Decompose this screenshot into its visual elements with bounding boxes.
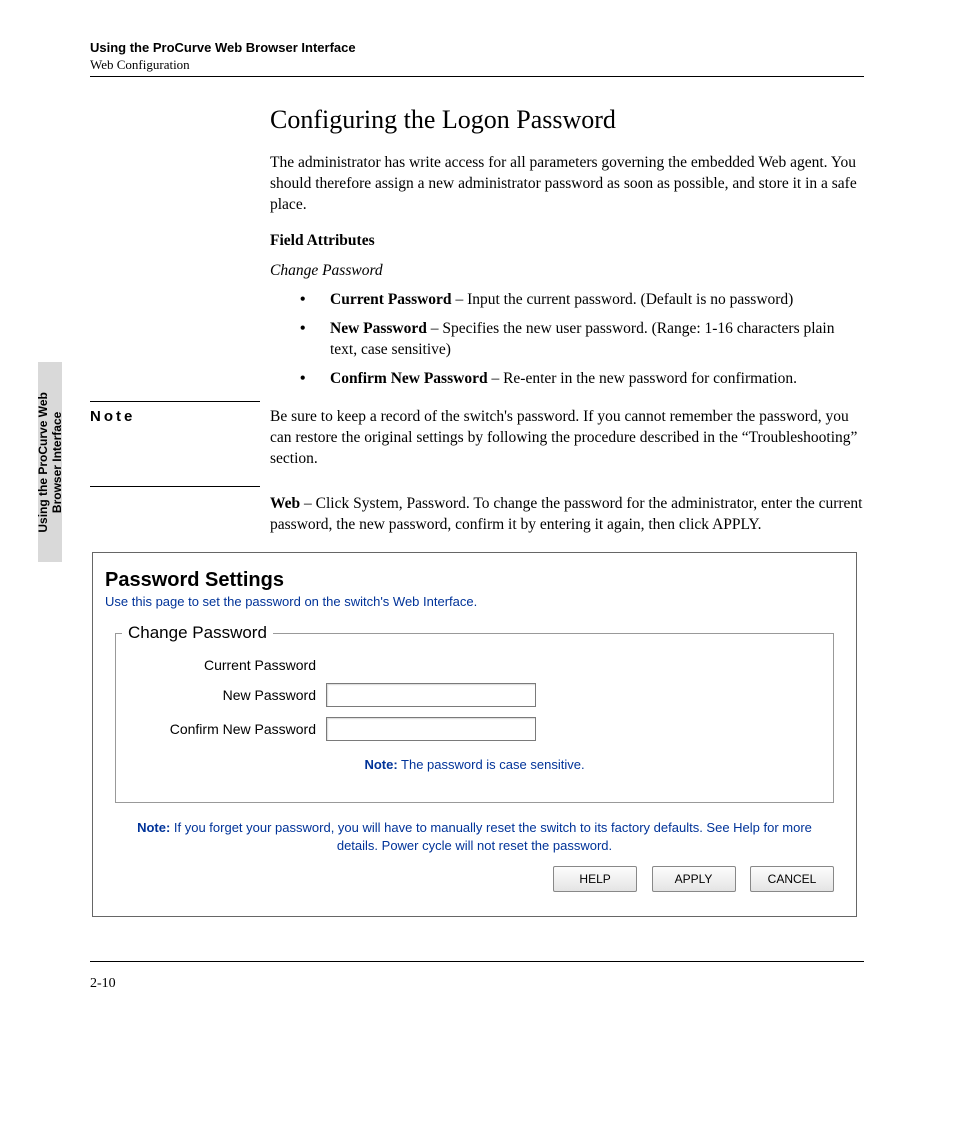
- note-forgot-password: Note: If you forget your password, you w…: [125, 819, 824, 854]
- page-number: 2-10: [90, 976, 864, 992]
- apply-button[interactable]: APPLY: [652, 866, 736, 892]
- cancel-button[interactable]: CANCEL: [750, 866, 834, 892]
- field-attributes-label: Field Attributes: [270, 232, 864, 250]
- note-text: The password is case sensitive.: [398, 757, 585, 772]
- bullet-strong: Current Password: [330, 291, 452, 308]
- bullet-strong: New Password: [330, 320, 427, 337]
- web-strong: Web: [270, 495, 300, 512]
- bullet-item: Current Password – Input the current pas…: [300, 290, 864, 311]
- label-new-password: New Password: [116, 687, 326, 703]
- label-current-password: Current Password: [116, 657, 326, 673]
- page-header: Using the ProCurve Web Browser Interface…: [90, 40, 864, 77]
- note-strong: Note:: [364, 757, 397, 772]
- bullet-text: – Re-enter in the new password for confi…: [488, 370, 797, 387]
- note-block: Note Be sure to keep a record of the swi…: [90, 401, 864, 476]
- side-tab-line1: Using the ProCurve Web: [36, 392, 50, 532]
- footer-rule: [90, 961, 864, 962]
- web-paragraph: Web – Click System, Password. To change …: [270, 494, 864, 536]
- change-password-fieldset: Change Password Current Password New Pas…: [115, 623, 834, 803]
- change-password-label: Change Password: [270, 262, 864, 280]
- section-heading: Configuring the Logon Password: [270, 105, 864, 135]
- note-case-sensitive: Note: The password is case sensitive.: [116, 757, 833, 772]
- input-confirm-password[interactable]: [326, 717, 536, 741]
- side-tab-line2: Browser Interface: [50, 411, 64, 512]
- note-label: Note: [90, 408, 135, 425]
- panel-subtitle: Use this page to set the password on the…: [105, 594, 844, 609]
- panel-title: Password Settings: [105, 569, 844, 592]
- form-row-new: New Password: [116, 683, 833, 707]
- side-tab: Using the ProCurve Web Browser Interface: [38, 362, 62, 562]
- label-confirm-password: Confirm New Password: [116, 721, 326, 737]
- help-button[interactable]: HELP: [553, 866, 637, 892]
- bullet-list: Current Password – Input the current pas…: [270, 290, 864, 390]
- bullet-item: Confirm New Password – Re-enter in the n…: [300, 369, 864, 390]
- note-text: If you forget your password, you will ha…: [170, 820, 812, 853]
- button-row: HELP APPLY CANCEL: [105, 866, 834, 892]
- note-body: Be sure to keep a record of the switch's…: [270, 401, 864, 476]
- web-rest: – Click System, Password. To change the …: [270, 495, 863, 533]
- section-intro: The administrator has write access for a…: [270, 153, 864, 216]
- header-rule: [90, 76, 864, 77]
- password-settings-panel: Password Settings Use this page to set t…: [92, 552, 857, 917]
- input-new-password[interactable]: [326, 683, 536, 707]
- note-strong: Note:: [137, 820, 170, 835]
- bullet-strong: Confirm New Password: [330, 370, 488, 387]
- bullet-item: New Password – Specifies the new user pa…: [300, 319, 864, 361]
- form-row-confirm: Confirm New Password: [116, 717, 833, 741]
- fieldset-legend: Change Password: [122, 623, 273, 643]
- header-subtitle: Web Configuration: [90, 57, 864, 73]
- bullet-text: – Input the current password. (Default i…: [452, 291, 794, 308]
- header-title: Using the ProCurve Web Browser Interface: [90, 40, 864, 55]
- form-row-current: Current Password: [116, 657, 833, 673]
